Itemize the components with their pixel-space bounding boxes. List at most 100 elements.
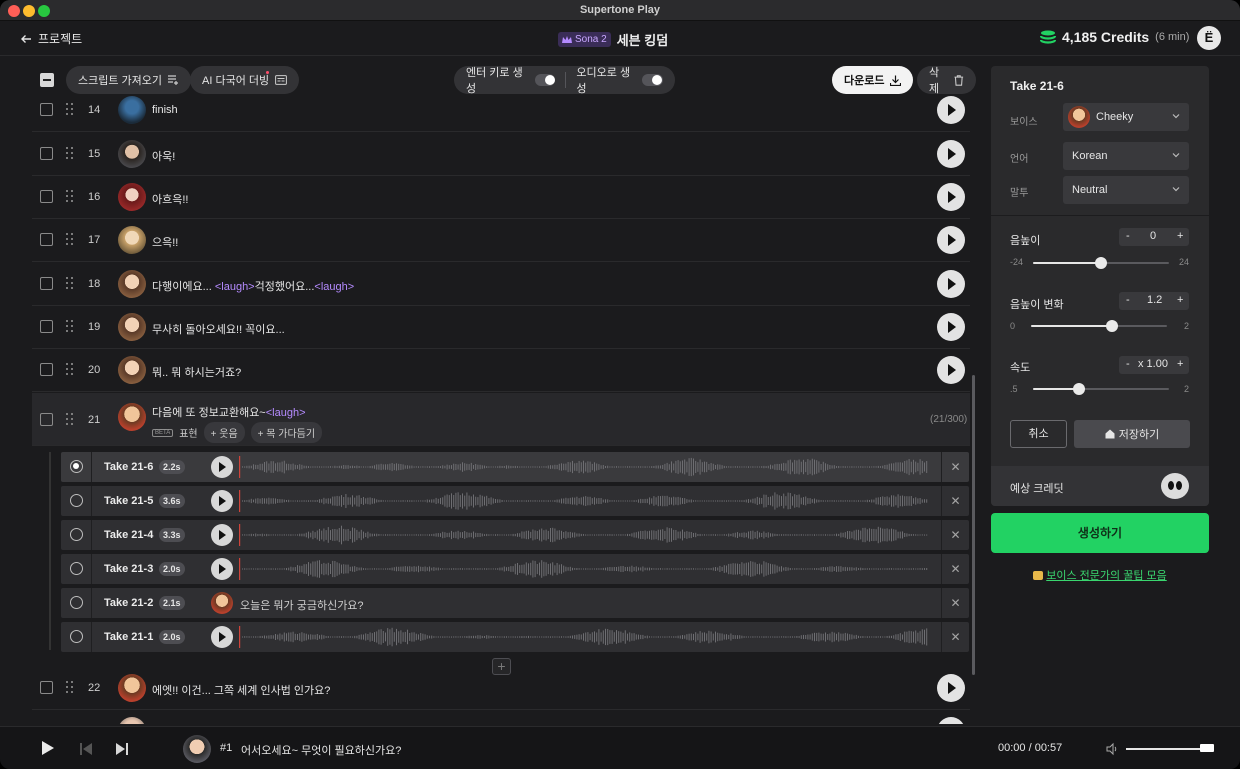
take-radio[interactable] bbox=[70, 562, 83, 575]
take-waveform[interactable] bbox=[239, 455, 929, 479]
line-play-button[interactable] bbox=[937, 226, 965, 254]
take-radio[interactable] bbox=[70, 494, 83, 507]
line-play-button[interactable] bbox=[937, 674, 965, 702]
delete-take-icon[interactable]: ✕ bbox=[941, 486, 969, 516]
skip-previous-icon[interactable] bbox=[79, 742, 93, 756]
take-waveform[interactable] bbox=[239, 625, 929, 649]
delete-take-icon[interactable]: ✕ bbox=[941, 588, 969, 618]
script-line-row[interactable]: 17 으윽!! bbox=[32, 219, 970, 262]
take-waveform[interactable] bbox=[239, 523, 929, 547]
line-checkbox[interactable] bbox=[40, 190, 53, 203]
pitch-decrement[interactable]: - bbox=[1126, 230, 1130, 242]
drag-handle-icon[interactable] bbox=[66, 363, 76, 377]
speed-increment[interactable]: + bbox=[1177, 358, 1183, 370]
line-text[interactable]: 아욱! bbox=[152, 148, 175, 164]
script-line-row[interactable]: 14 finish bbox=[32, 96, 970, 132]
line-play-button[interactable] bbox=[937, 356, 965, 384]
line-text[interactable]: 뭐.. 뭐 하시는거죠? bbox=[152, 364, 241, 380]
project-name[interactable]: 세븐 킹덤 bbox=[617, 30, 668, 49]
delete-take-icon[interactable]: ✕ bbox=[941, 554, 969, 584]
line-checkbox[interactable] bbox=[40, 413, 53, 426]
volume-slider-knob[interactable] bbox=[1200, 744, 1214, 752]
line-text[interactable]: 무사히 돌아오세요!! 꼭이요... bbox=[152, 321, 285, 337]
pitch-slider-knob[interactable] bbox=[1095, 257, 1107, 269]
speed-stepper[interactable]: - x 1.00 + bbox=[1119, 356, 1189, 374]
back-to-projects-button[interactable]: 프로젝트 bbox=[20, 30, 82, 47]
audio-generate-toggle[interactable] bbox=[642, 74, 663, 86]
take-row[interactable]: Take 21-4 3.3s ✕ bbox=[61, 520, 969, 550]
take-waveform[interactable] bbox=[239, 557, 929, 581]
volume-icon[interactable] bbox=[1106, 742, 1120, 756]
cancel-button[interactable]: 취소 bbox=[1010, 420, 1067, 448]
speed-decrement[interactable]: - bbox=[1126, 358, 1130, 370]
take-play-button[interactable] bbox=[211, 524, 233, 546]
take-play-button[interactable] bbox=[211, 558, 233, 580]
enter-generate-toggle[interactable] bbox=[534, 74, 556, 86]
line-checkbox[interactable] bbox=[40, 147, 53, 160]
select-all-checkbox[interactable] bbox=[40, 73, 54, 87]
skip-next-icon[interactable] bbox=[115, 742, 129, 756]
take-row[interactable]: Take 21-2 2.1s 오늘은 뭐가 궁금하신가요? ✕ bbox=[61, 588, 969, 618]
pitch-stepper[interactable]: - 0 + bbox=[1119, 228, 1189, 246]
drag-handle-icon[interactable] bbox=[66, 277, 76, 291]
add-laugh-button[interactable]: + 웃음 bbox=[203, 422, 245, 443]
script-line-row[interactable]: 20 뭐.. 뭐 하시는거죠? bbox=[32, 349, 970, 392]
line-play-button[interactable] bbox=[937, 183, 965, 211]
take-row[interactable]: Take 21-3 2.0s ✕ bbox=[61, 554, 969, 584]
line-play-button[interactable] bbox=[937, 96, 965, 124]
line-play-button[interactable] bbox=[937, 717, 965, 724]
download-button[interactable]: 다운로드 bbox=[832, 66, 914, 94]
delete-take-icon[interactable]: ✕ bbox=[941, 622, 969, 652]
script-line-row-active[interactable]: 21 다음에 또 정보교환해요~<laugh> BETA 표현 + 웃음 + 목 가다듬기… bbox=[32, 393, 970, 446]
take-row[interactable]: Take 21-1 2.0s ✕ bbox=[61, 622, 969, 652]
drag-handle-icon[interactable] bbox=[66, 147, 76, 161]
add-throat-clear-button[interactable]: + 목 가다듬기 bbox=[250, 422, 323, 443]
delete-take-icon[interactable]: ✕ bbox=[941, 452, 969, 482]
style-select[interactable]: Neutral bbox=[1063, 176, 1189, 204]
pitch-variation-stepper[interactable]: - 1.2 + bbox=[1119, 292, 1189, 310]
script-line-row[interactable]: 16 아흐윽!! bbox=[32, 176, 970, 219]
drag-handle-icon[interactable] bbox=[66, 320, 76, 334]
line-checkbox[interactable] bbox=[40, 681, 53, 694]
line-text[interactable]: finish bbox=[152, 104, 178, 116]
line-play-button[interactable] bbox=[937, 270, 965, 298]
pitch-increment[interactable]: + bbox=[1177, 230, 1183, 242]
script-line-row[interactable]: 18 다행이에요... <laugh>걱정했어요...<laugh> bbox=[32, 263, 970, 306]
take-row[interactable]: Take 21-5 3.6s ✕ bbox=[61, 486, 969, 516]
pitch-variation-slider-knob[interactable] bbox=[1106, 320, 1118, 332]
take-play-button[interactable] bbox=[211, 456, 233, 478]
line-checkbox[interactable] bbox=[40, 103, 53, 116]
delete-take-icon[interactable]: ✕ bbox=[941, 520, 969, 550]
take-radio[interactable] bbox=[70, 460, 83, 473]
delete-button[interactable]: 삭제 bbox=[917, 66, 976, 95]
drag-handle-icon[interactable] bbox=[66, 681, 76, 695]
generate-button[interactable]: 생성하기 bbox=[991, 513, 1209, 553]
line-text[interactable]: 다행이에요... <laugh>걱정했어요...<laugh> bbox=[152, 278, 354, 294]
add-take-button[interactable]: + bbox=[492, 658, 511, 675]
drag-handle-icon[interactable] bbox=[66, 413, 76, 427]
take-play-button[interactable] bbox=[211, 626, 233, 648]
import-script-button[interactable]: 스크립트 가져오기 bbox=[66, 66, 192, 94]
save-button[interactable]: 저장하기 bbox=[1074, 420, 1190, 448]
drag-handle-icon[interactable] bbox=[66, 190, 76, 204]
line-text[interactable]: 아흐윽!! bbox=[152, 191, 188, 207]
take-play-button[interactable] bbox=[211, 490, 233, 512]
line-checkbox[interactable] bbox=[40, 277, 53, 290]
script-line-row[interactable] bbox=[32, 711, 970, 724]
pitch-variation-increment[interactable]: + bbox=[1177, 294, 1183, 306]
drag-handle-icon[interactable] bbox=[66, 103, 76, 117]
line-play-button[interactable] bbox=[937, 313, 965, 341]
line-checkbox[interactable] bbox=[40, 233, 53, 246]
drag-handle-icon[interactable] bbox=[66, 233, 76, 247]
credits-display[interactable]: 4,185 Credits (6 min) bbox=[1040, 29, 1189, 45]
voice-tips-link[interactable]: 보이스 전문가의 꿀팁 모음 bbox=[991, 567, 1209, 583]
speed-slider-knob[interactable] bbox=[1073, 383, 1085, 395]
take-waveform[interactable] bbox=[239, 489, 929, 513]
take-row[interactable]: Take 21-6 2.2s ✕ bbox=[61, 452, 969, 482]
list-scrollbar[interactable] bbox=[972, 375, 975, 675]
take-radio[interactable] bbox=[70, 596, 83, 609]
line-text[interactable]: 으윽!! bbox=[152, 234, 178, 250]
take-radio[interactable] bbox=[70, 630, 83, 643]
line-text[interactable]: 에엣!! 이건... 그쪽 세계 인사법 인가요? bbox=[152, 682, 330, 698]
line-checkbox[interactable] bbox=[40, 363, 53, 376]
